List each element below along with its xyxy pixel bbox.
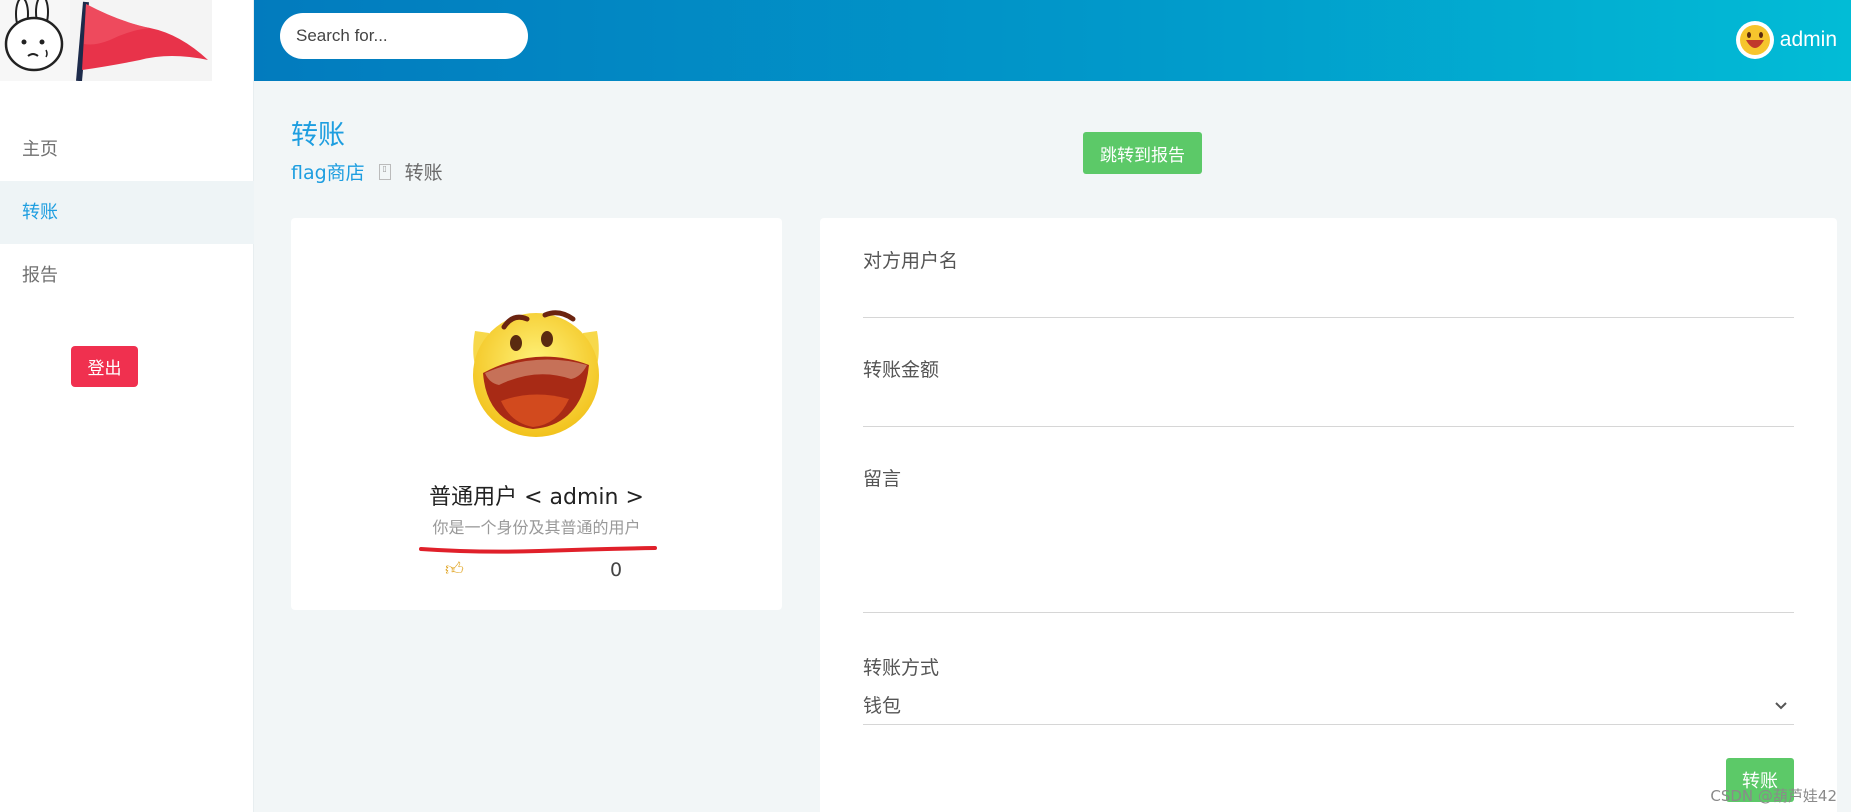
logo — [0, 0, 212, 81]
method-label: 转账方式 — [863, 657, 940, 679]
recipient-input[interactable] — [863, 280, 1794, 314]
rabbit-flag-logo-icon — [0, 0, 208, 81]
profile-card: 普通用户 < admin > 你是一个身份及其普通的用户 👍︎ 0 — [291, 218, 782, 610]
method-underline — [863, 724, 1794, 725]
breadcrumb-separator-icon: ▯ — [378, 163, 391, 180]
amount-underline — [863, 426, 1794, 427]
recipient-underline — [863, 317, 1794, 318]
sidebar-item-report[interactable]: 报告 — [0, 244, 254, 307]
user-avatar-icon — [1735, 21, 1774, 59]
profile-name: 普通用户 < admin > — [429, 485, 644, 510]
sidebar: 主页 转账 报告 登出 — [0, 0, 254, 812]
amount-input[interactable] — [863, 389, 1794, 423]
thumbs-up-icon[interactable]: 👍︎ — [445, 558, 464, 580]
watermark: CSDN @葫芦娃42 — [1710, 787, 1837, 805]
laughing-face-avatar-icon — [473, 310, 599, 437]
search-input[interactable] — [280, 13, 528, 59]
user-menu[interactable]: admin — [1735, 20, 1837, 60]
recipient-label: 对方用户名 — [863, 250, 959, 272]
message-label: 留言 — [863, 468, 902, 490]
like-count: 0 — [610, 559, 623, 581]
username: admin — [1779, 28, 1837, 51]
message-textarea[interactable] — [863, 498, 1794, 608]
sidebar-nav: 主页 转账 报告 — [0, 118, 254, 307]
breadcrumb-current: 转账 — [404, 162, 443, 184]
breadcrumb: flag商店 ▯ 转账 — [291, 158, 443, 185]
logout-button[interactable]: 登出 — [71, 346, 138, 387]
profile-description: 你是一个身份及其普通的用户 — [432, 518, 641, 537]
red-underline-annotation — [419, 546, 657, 554]
chevron-down-icon[interactable] — [1774, 696, 1788, 715]
method-select[interactable]: 钱包 — [863, 691, 901, 718]
go-to-report-button[interactable]: 跳转到报告 — [1083, 132, 1202, 174]
amount-label: 转账金额 — [863, 359, 940, 381]
transfer-form: 对方用户名 转账金额 留言 转账方式 钱包 转账 — [820, 218, 1837, 812]
sidebar-item-home[interactable]: 主页 — [0, 118, 254, 181]
breadcrumb-root-link[interactable]: flag商店 — [291, 158, 365, 185]
top-header: admin — [254, 0, 1851, 81]
sidebar-item-transfer[interactable]: 转账 — [0, 181, 254, 244]
page-title: 转账 — [291, 120, 345, 151]
message-underline — [863, 612, 1794, 613]
